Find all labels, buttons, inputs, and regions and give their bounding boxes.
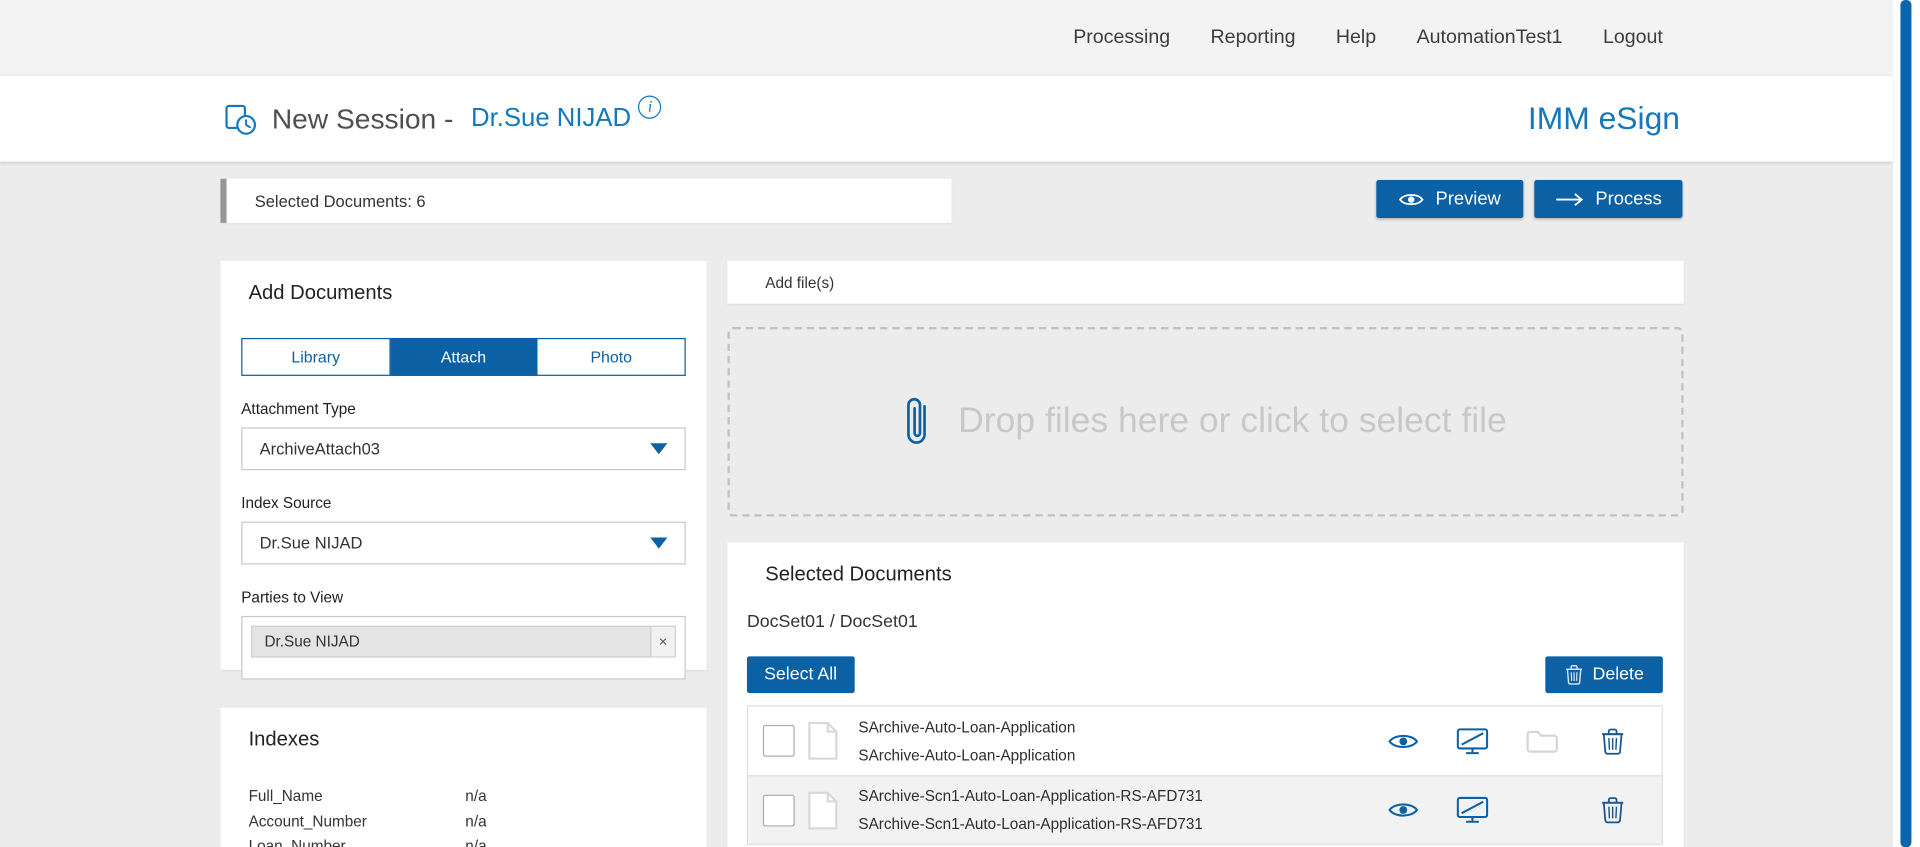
nav-item-processing[interactable]: Processing bbox=[1073, 27, 1170, 49]
preview-button[interactable]: Preview bbox=[1376, 180, 1524, 218]
nav-item-username[interactable]: AutomationTest1 bbox=[1417, 27, 1563, 49]
eye-icon bbox=[1387, 730, 1419, 751]
present-document-button[interactable] bbox=[1438, 795, 1508, 826]
document-checkbox[interactable] bbox=[762, 724, 795, 757]
attachment-type-select[interactable]: ArchiveAttach03 bbox=[241, 427, 686, 471]
index-source-select[interactable]: Dr.Sue NIJAD bbox=[241, 521, 686, 565]
nav-item-reporting[interactable]: Reporting bbox=[1211, 27, 1296, 49]
index-value: n/a bbox=[465, 812, 487, 830]
view-document-button[interactable] bbox=[1368, 795, 1438, 826]
add-files-bar: Add file(s) bbox=[727, 260, 1684, 304]
document-row-actions bbox=[1368, 795, 1647, 826]
tab-attach[interactable]: Attach bbox=[390, 337, 538, 376]
session-name: Dr.Sue NIJAD bbox=[471, 104, 632, 133]
page-header: New Session - Dr.Sue NIJAD i IMM eSign bbox=[0, 75, 1894, 162]
party-chip-label: Dr.Sue NIJAD bbox=[264, 633, 360, 651]
index-name: Account_Number bbox=[248, 812, 367, 830]
index-value: n/a bbox=[465, 837, 487, 847]
monitor-icon bbox=[1456, 727, 1489, 755]
viewport: Processing Reporting Help AutomationTest… bbox=[0, 0, 1920, 847]
indexes-title: Indexes bbox=[248, 728, 320, 751]
selected-documents-title: Selected Documents bbox=[765, 563, 952, 586]
process-button[interactable]: Process bbox=[1534, 180, 1683, 218]
select-all-label: Select All bbox=[764, 664, 838, 685]
chevron-down-icon bbox=[650, 537, 668, 549]
file-dropzone[interactable]: Drop files here or click to select file bbox=[727, 326, 1684, 517]
paperclip-icon bbox=[904, 394, 931, 450]
add-documents-tabs: Library Attach Photo bbox=[241, 337, 686, 376]
document-row: SArchive-Auto-Loan-Application SArchive-… bbox=[748, 706, 1662, 776]
indexes-panel: Indexes Full_Name n/a Account_Number n/a… bbox=[220, 707, 707, 847]
add-documents-panel: Add Documents Library Attach Photo Attac… bbox=[220, 260, 707, 680]
top-navigation: Processing Reporting Help AutomationTest… bbox=[0, 0, 1894, 76]
tab-photo[interactable]: Photo bbox=[537, 337, 686, 376]
indexes-list: Full_Name n/a Account_Number n/a Loan_Nu… bbox=[249, 784, 678, 847]
selected-documents-count: Selected Documents: 6 bbox=[254, 191, 426, 211]
session-clock-icon bbox=[224, 102, 257, 135]
process-button-label: Process bbox=[1595, 188, 1662, 210]
nav-item-help[interactable]: Help bbox=[1336, 27, 1376, 49]
eye-icon bbox=[1387, 800, 1419, 821]
document-title-line1: SArchive-Auto-Loan-Application bbox=[858, 718, 1076, 736]
index-row: Full_Name n/a bbox=[249, 784, 678, 809]
document-titles: SArchive-Scn1-Auto-Loan-Application-RS-A… bbox=[858, 787, 1203, 832]
delete-document-button[interactable] bbox=[1577, 795, 1647, 826]
select-all-button[interactable]: Select All bbox=[746, 656, 855, 694]
index-value: n/a bbox=[465, 787, 487, 805]
document-icon bbox=[807, 721, 839, 760]
delete-button-label: Delete bbox=[1592, 664, 1644, 685]
attachment-type-value: ArchiveAttach03 bbox=[259, 439, 380, 458]
document-title-line1: SArchive-Scn1-Auto-Loan-Application-RS-A… bbox=[858, 787, 1203, 805]
index-row: Account_Number n/a bbox=[249, 809, 678, 834]
parties-to-view-field[interactable]: Dr.Sue NIJAD × bbox=[241, 615, 686, 680]
index-name: Full_Name bbox=[248, 787, 323, 805]
document-titles: SArchive-Auto-Loan-Application SArchive-… bbox=[858, 718, 1075, 763]
add-documents-title: Add Documents bbox=[248, 281, 393, 304]
trash-icon bbox=[1600, 795, 1624, 826]
index-row: Loan_Number n/a bbox=[249, 834, 678, 847]
document-row: SArchive-Scn1-Auto-Loan-Application-RS-A… bbox=[748, 775, 1662, 844]
monitor-icon bbox=[1456, 796, 1489, 824]
document-title-line2: SArchive-Auto-Loan-Application bbox=[858, 746, 1076, 764]
folder-button[interactable] bbox=[1507, 726, 1577, 757]
delete-document-button[interactable] bbox=[1577, 726, 1647, 757]
vertical-scrollbar[interactable] bbox=[1900, 0, 1912, 847]
document-checkbox[interactable] bbox=[762, 794, 795, 826]
brand-logo: IMM eSign bbox=[1527, 99, 1681, 137]
chevron-down-icon bbox=[650, 443, 668, 455]
selected-documents-panel: Selected Documents DocSet01 / DocSet01 S… bbox=[727, 542, 1684, 847]
document-list: SArchive-Auto-Loan-Application SArchive-… bbox=[746, 705, 1663, 845]
dropzone-text: Drop files here or click to select file bbox=[958, 401, 1507, 441]
document-title-line2: SArchive-Scn1-Auto-Loan-Application-RS-A… bbox=[858, 815, 1203, 833]
parties-to-view-label: Parties to View bbox=[241, 588, 344, 607]
trash-icon bbox=[1564, 664, 1582, 686]
header-title-group: New Session - Dr.Sue NIJAD i bbox=[224, 94, 662, 143]
view-document-button[interactable] bbox=[1368, 726, 1438, 757]
document-row-actions bbox=[1368, 726, 1647, 757]
selected-documents-count-bar: Selected Documents: 6 bbox=[220, 178, 952, 223]
attachment-type-label: Attachment Type bbox=[241, 400, 356, 418]
index-source-label: Index Source bbox=[241, 494, 332, 512]
add-files-label: Add file(s) bbox=[765, 273, 835, 291]
document-icon bbox=[807, 790, 839, 829]
trash-icon bbox=[1600, 726, 1624, 757]
folder-icon bbox=[1526, 728, 1559, 754]
close-icon[interactable]: × bbox=[650, 626, 675, 657]
preview-button-label: Preview bbox=[1435, 188, 1501, 210]
arrow-right-icon bbox=[1555, 192, 1584, 207]
page-title: New Session - bbox=[271, 102, 462, 135]
present-document-button[interactable] bbox=[1438, 726, 1508, 757]
index-name: Loan_Number bbox=[248, 837, 346, 847]
delete-button[interactable]: Delete bbox=[1545, 656, 1663, 694]
nav-item-logout[interactable]: Logout bbox=[1603, 27, 1663, 49]
tab-library[interactable]: Library bbox=[241, 337, 391, 376]
docset-breadcrumb: DocSet01 / DocSet01 bbox=[746, 612, 918, 632]
action-cell-empty bbox=[1507, 795, 1577, 826]
index-source-value: Dr.Sue NIJAD bbox=[259, 533, 363, 553]
info-icon[interactable]: i bbox=[638, 94, 662, 119]
party-chip: Dr.Sue NIJAD × bbox=[251, 625, 676, 658]
eye-icon bbox=[1399, 190, 1425, 207]
